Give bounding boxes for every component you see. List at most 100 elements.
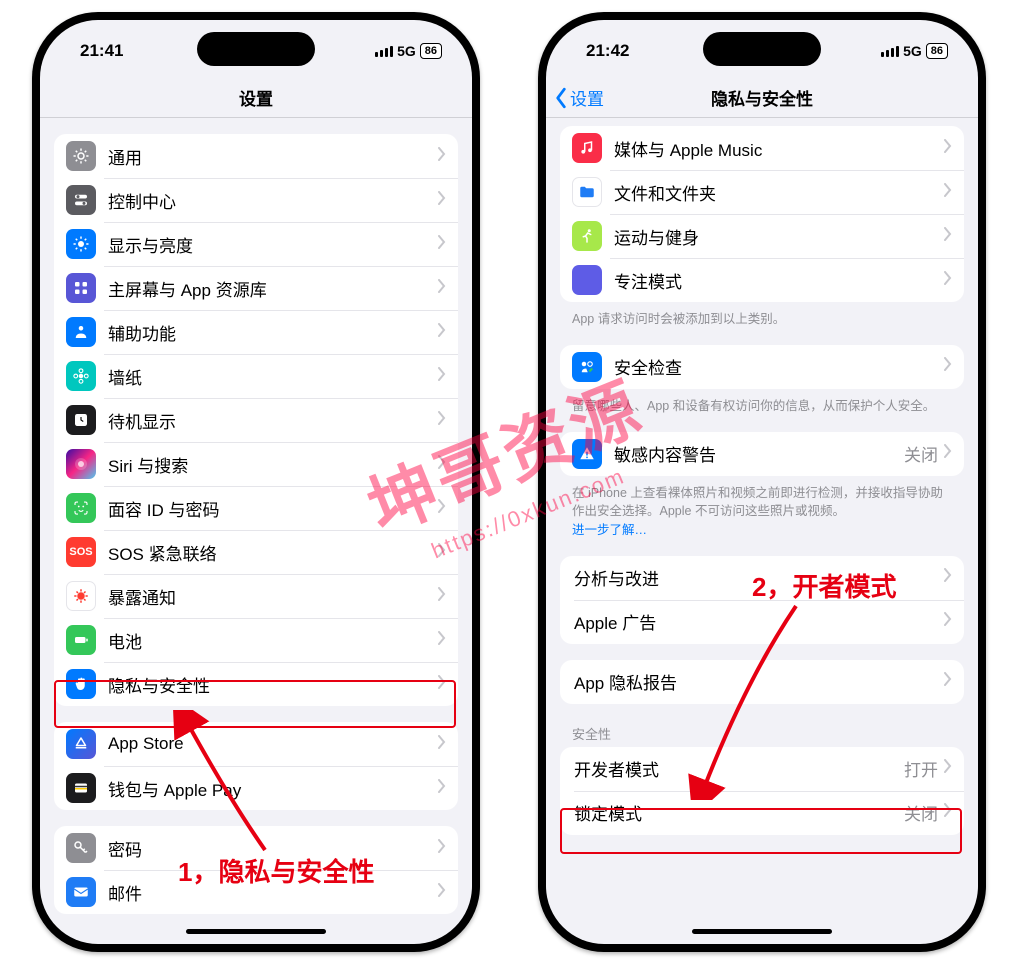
chevron-right-icon: [944, 139, 952, 158]
battery-indicator: 86: [926, 43, 948, 59]
face-icon: [66, 493, 96, 523]
chevron-right-icon: [438, 279, 446, 298]
phone-left: 21:41 5G 86 设置 通用 控制中心 显示与亮度 主屏幕与 App 资源…: [32, 12, 480, 952]
settings-row[interactable]: 墙纸: [54, 354, 458, 398]
row-value: 打开: [904, 756, 938, 781]
row-label: 面容 ID 与密码: [108, 496, 438, 521]
chevron-right-icon: [944, 227, 952, 246]
settings-row[interactable]: 待机显示: [54, 398, 458, 442]
settings-row[interactable]: 文件和文件夹: [560, 170, 964, 214]
run-icon: [572, 221, 602, 251]
settings-row[interactable]: App Store: [54, 722, 458, 766]
footer-text: App 请求访问时会被添加到以上类别。: [572, 310, 952, 329]
screen-left: 21:41 5G 86 设置 通用 控制中心 显示与亮度 主屏幕与 App 资源…: [40, 20, 472, 944]
chevron-right-icon: [944, 444, 952, 463]
settings-row[interactable]: 显示与亮度: [54, 222, 458, 266]
row-label: App Store: [108, 734, 438, 754]
settings-row[interactable]: 辅助功能: [54, 310, 458, 354]
appstore-icon: [66, 729, 96, 759]
row-label: 钱包与 Apple Pay: [108, 776, 438, 801]
chevron-right-icon: [438, 735, 446, 754]
mail-icon: [66, 877, 96, 907]
chevron-right-icon: [944, 759, 952, 778]
status-time: 21:42: [586, 41, 629, 61]
settings-row[interactable]: 专注模式: [560, 258, 964, 302]
annotation-1: 1，隐私与安全性: [178, 852, 374, 889]
footer-text: 留意哪些人、App 和设备有权访问你的信息，从而保护个人安全。: [572, 397, 952, 416]
settings-list[interactable]: 通用 控制中心 显示与亮度 主屏幕与 App 资源库 辅助功能 墙纸 待机显示 …: [40, 118, 472, 944]
settings-row[interactable]: Apple 广告: [560, 600, 964, 644]
home-indicator[interactable]: [186, 929, 326, 934]
settings-row[interactable]: Siri 与搜索: [54, 442, 458, 486]
settings-row[interactable]: 安全检查: [560, 345, 964, 389]
settings-row[interactable]: 运动与健身: [560, 214, 964, 258]
row-label: 安全检查: [614, 354, 944, 379]
key-icon: [66, 833, 96, 863]
settings-row[interactable]: 钱包与 Apple Pay: [54, 766, 458, 810]
settings-row[interactable]: App 隐私报告: [560, 660, 964, 704]
settings-row[interactable]: 锁定模式关闭: [560, 791, 964, 835]
nav-bar: 设置: [40, 78, 472, 118]
section-header: 安全性: [572, 724, 952, 743]
chevron-right-icon: [438, 323, 446, 342]
settings-row[interactable]: 开发者模式打开: [560, 747, 964, 791]
row-label: 敏感内容警告: [614, 441, 904, 466]
settings-row[interactable]: 媒体与 Apple Music: [560, 126, 964, 170]
gear-icon: [66, 141, 96, 171]
row-label: 锁定模式: [574, 800, 904, 825]
chevron-right-icon: [438, 675, 446, 694]
person-icon: [66, 317, 96, 347]
settings-row[interactable]: 暴露通知: [54, 574, 458, 618]
music-icon: [572, 133, 602, 163]
grid-icon: [66, 273, 96, 303]
settings-row[interactable]: 控制中心: [54, 178, 458, 222]
row-label: 专注模式: [614, 268, 944, 293]
row-label: SOS 紧急联络: [108, 540, 438, 565]
chevron-right-icon: [944, 612, 952, 631]
row-label: 隐私与安全性: [108, 672, 438, 697]
screen-right: 21:42 5G 86 设置 隐私与安全性 媒体与 Apple Music 文件…: [546, 20, 978, 944]
moon-icon: [572, 265, 602, 295]
network-label: 5G: [903, 43, 922, 59]
row-label: 媒体与 Apple Music: [614, 136, 944, 161]
row-label: 运动与健身: [614, 224, 944, 249]
settings-row[interactable]: SOSSOS 紧急联络: [54, 530, 458, 574]
battery-indicator: 86: [420, 43, 442, 59]
sun-icon: [66, 229, 96, 259]
settings-row[interactable]: 面容 ID 与密码: [54, 486, 458, 530]
chevron-right-icon: [944, 271, 952, 290]
settings-row[interactable]: 隐私与安全性: [54, 662, 458, 706]
page-title: 隐私与安全性: [711, 85, 813, 110]
chevron-right-icon: [944, 803, 952, 822]
chevron-right-icon: [438, 587, 446, 606]
row-label: 待机显示: [108, 408, 438, 433]
back-button[interactable]: 设置: [554, 85, 604, 110]
privacy-list[interactable]: 媒体与 Apple Music 文件和文件夹 运动与健身 专注模式 App 请求…: [546, 118, 978, 944]
virus-icon: [66, 581, 96, 611]
chevron-right-icon: [944, 183, 952, 202]
footer-text: 在 iPhone 上查看裸体照片和视频之前即进行检测，并接收指导协助作出安全选择…: [572, 484, 952, 540]
settings-row[interactable]: 敏感内容警告关闭: [560, 432, 964, 476]
flower-icon: [66, 361, 96, 391]
row-label: Apple 广告: [574, 609, 944, 634]
chevron-right-icon: [438, 779, 446, 798]
chevron-right-icon: [438, 411, 446, 430]
status-time: 21:41: [80, 41, 123, 61]
learn-more-link[interactable]: 进一步了解…: [572, 523, 647, 537]
row-label: 辅助功能: [108, 320, 438, 345]
settings-row[interactable]: 通用: [54, 134, 458, 178]
switches-icon: [66, 185, 96, 215]
settings-row[interactable]: 电池: [54, 618, 458, 662]
row-label: 显示与亮度: [108, 232, 438, 257]
row-label: 控制中心: [108, 188, 438, 213]
clock-icon: [66, 405, 96, 435]
phone-right: 21:42 5G 86 设置 隐私与安全性 媒体与 Apple Music 文件…: [538, 12, 986, 952]
row-value: 关闭: [904, 800, 938, 825]
chevron-right-icon: [438, 367, 446, 386]
settings-row[interactable]: 主屏幕与 App 资源库: [54, 266, 458, 310]
battery-icon: [66, 625, 96, 655]
signal-icon: [375, 46, 393, 57]
dynamic-island: [703, 32, 821, 66]
row-label: 墙纸: [108, 364, 438, 389]
home-indicator[interactable]: [692, 929, 832, 934]
